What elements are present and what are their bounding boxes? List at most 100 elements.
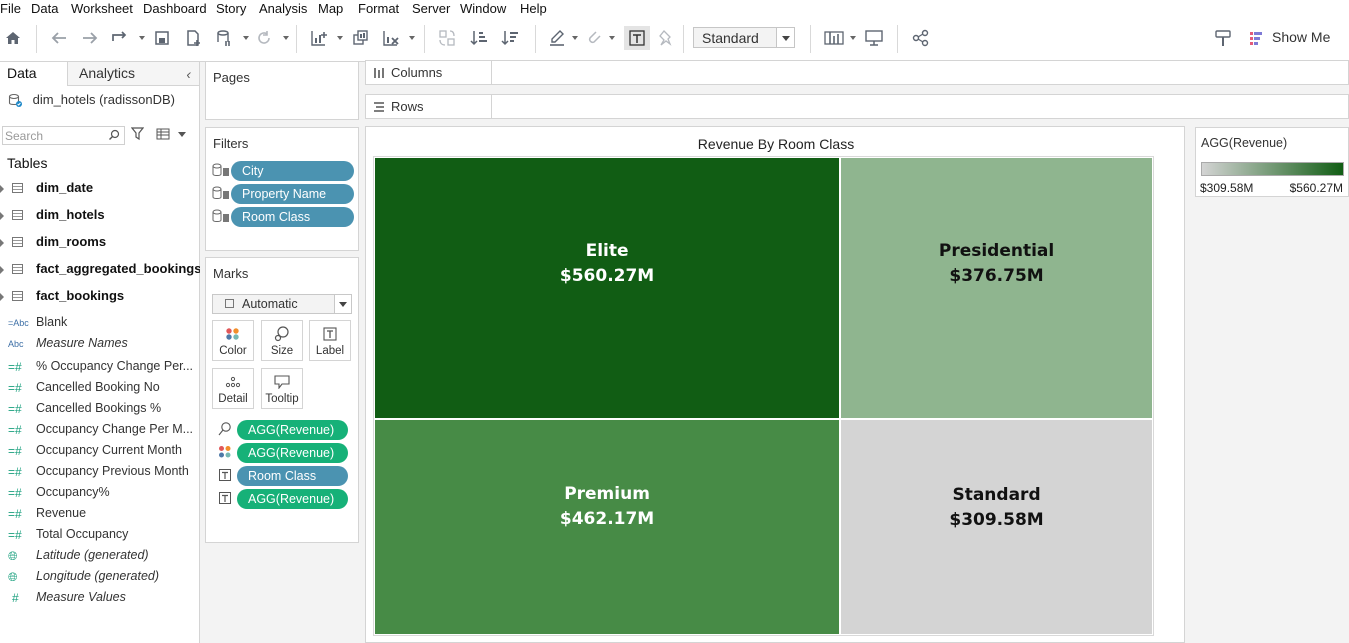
size-button[interactable]: Size [261, 320, 303, 361]
menu-format[interactable]: Format [358, 1, 399, 16]
field-label: Measure Values [36, 590, 126, 604]
size-label: Size [270, 345, 294, 357]
sort-ascending-icon[interactable] [468, 27, 490, 49]
filter-pill-city[interactable]: City [231, 161, 354, 181]
expand-icon[interactable] [0, 239, 4, 247]
toolbar-separator [683, 25, 684, 53]
marks-pill[interactable]: AGG(Revenue) [237, 489, 348, 509]
columns-label: Columns [391, 65, 443, 80]
menu-map[interactable]: Map [318, 1, 343, 16]
menu-story[interactable]: Story [216, 1, 246, 16]
menu-file[interactable]: File [0, 1, 21, 16]
treemap-cell-name: Presidential [938, 240, 1055, 261]
search-field[interactable] [2, 126, 125, 145]
share-icon[interactable] [910, 27, 932, 49]
columns-shelf[interactable]: Columns [365, 60, 1349, 85]
refresh-icon[interactable] [253, 27, 275, 49]
filter-icon[interactable] [131, 127, 144, 141]
menu-data[interactable]: Data [31, 1, 58, 16]
treemap-cell-standard[interactable]: Standard $309.58M [840, 419, 1153, 635]
fit-select[interactable]: Standard [693, 27, 795, 48]
undo-icon[interactable] [48, 27, 70, 49]
refresh-dropdown-icon[interactable] [283, 36, 289, 40]
toolbar-separator [296, 25, 297, 53]
clear-sheet-icon[interactable] [380, 27, 402, 49]
pages-card[interactable]: Pages [205, 61, 359, 120]
presentation-mode-icon[interactable] [863, 27, 885, 49]
tooltip-button[interactable]: Tooltip [261, 368, 303, 409]
chevron-down-icon[interactable] [776, 28, 794, 47]
new-worksheet-dropdown-icon[interactable] [337, 36, 343, 40]
menu-dashboard[interactable]: Dashboard [143, 1, 207, 16]
show-cards-dropdown-icon[interactable] [850, 36, 856, 40]
label-button[interactable]: Label [309, 320, 351, 361]
table-label: dim_date [36, 180, 94, 195]
menu-worksheet[interactable]: Worksheet [71, 1, 133, 16]
treemap-cell-presidential[interactable]: Presidential $376.75M [840, 157, 1153, 420]
clear-dropdown-icon[interactable] [409, 36, 415, 40]
expand-icon[interactable] [0, 293, 4, 301]
tab-analytics[interactable]: Analytics ‹ [68, 62, 199, 86]
save-icon[interactable] [151, 27, 173, 49]
marks-pill[interactable]: AGG(Revenue) [237, 443, 348, 463]
show-mark-labels-icon[interactable] [624, 26, 650, 50]
search-input[interactable] [5, 128, 105, 143]
show-me-icon[interactable] [1247, 27, 1265, 49]
redo-icon[interactable] [79, 27, 101, 49]
legend-max-label: $560.27M [1289, 181, 1343, 195]
replay-dropdown-icon[interactable] [139, 36, 145, 40]
filter-pill-room-class[interactable]: Room Class [231, 207, 354, 227]
show-cards-icon[interactable] [823, 27, 845, 49]
view-options-icon[interactable] [156, 128, 186, 140]
format-painter-icon[interactable] [1212, 27, 1234, 49]
tab-data[interactable]: Data [0, 62, 68, 86]
menu-analysis[interactable]: Analysis [259, 1, 307, 16]
highlight-icon[interactable] [546, 27, 568, 49]
group-dropdown-icon[interactable] [609, 36, 615, 40]
fit-select-value: Standard [702, 30, 759, 46]
fix-axes-icon[interactable] [655, 27, 677, 49]
treemap-cell-value: $309.58M [949, 509, 1044, 530]
search-icon[interactable] [108, 129, 120, 141]
color-legend[interactable]: AGG(Revenue) $309.58M $560.27M [1195, 127, 1349, 197]
menu-window[interactable]: Window [460, 1, 506, 16]
detail-button[interactable]: Detail [212, 368, 254, 409]
filter-pill-property-name[interactable]: Property Name [231, 184, 354, 204]
menu-server[interactable]: Server [412, 1, 450, 16]
group-members-icon[interactable] [583, 27, 605, 49]
duplicate-icon[interactable] [350, 27, 372, 49]
treemap-cell-name: Premium [564, 484, 650, 505]
field-label: Longitude (generated) [36, 569, 160, 583]
table-label: fact_aggregated_bookings [36, 261, 202, 276]
tooltip-icon [262, 374, 302, 390]
replay-icon[interactable] [109, 27, 131, 49]
color-button[interactable]: Color [212, 320, 254, 361]
treemap-cell-premium[interactable]: Premium $462.17M [374, 418, 841, 635]
new-worksheet-icon[interactable] [308, 27, 330, 49]
pause-updates-icon[interactable] [213, 27, 235, 49]
filters-card[interactable]: Filters City Property Name Room Class [205, 127, 359, 251]
datasource-item[interactable]: dim_hotels (radissonDB) [8, 92, 175, 107]
string-field-icon: =Abc [8, 318, 29, 328]
treemap-cell-elite[interactable]: Elite $560.27M [374, 157, 841, 419]
chevron-down-icon[interactable] [334, 295, 351, 313]
datasource-icon [8, 93, 22, 107]
rows-shelf[interactable]: Rows [365, 94, 1349, 119]
home-icon[interactable] [2, 27, 24, 49]
expand-icon[interactable] [0, 212, 4, 220]
collapse-pane-icon[interactable]: ‹ [186, 66, 191, 82]
marks-pill[interactable]: Room Class [237, 466, 348, 486]
show-me-button[interactable]: Show Me [1272, 29, 1330, 45]
marks-pill[interactable]: AGG(Revenue) [237, 420, 348, 440]
mark-type-select[interactable]: Automatic [212, 294, 352, 314]
expand-icon[interactable] [0, 266, 4, 274]
menu-help[interactable]: Help [520, 1, 547, 16]
text-label-icon [310, 326, 350, 342]
swap-icon[interactable] [436, 27, 458, 49]
highlight-dropdown-icon[interactable] [572, 36, 578, 40]
new-datasource-icon[interactable] [183, 27, 205, 49]
pause-dropdown-icon[interactable] [243, 36, 249, 40]
sort-descending-icon[interactable] [499, 27, 521, 49]
marks-card: Marks Automatic Color Size Label Detail … [205, 257, 359, 543]
expand-icon[interactable] [0, 185, 4, 193]
